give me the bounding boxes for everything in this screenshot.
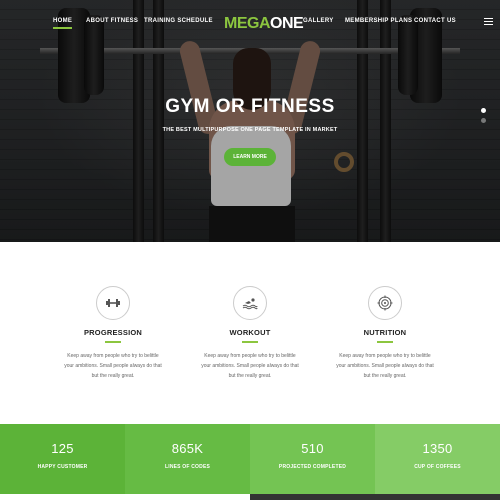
nav-link-training-schedule[interactable]: TRAINING SCHEDULE — [144, 18, 213, 24]
feature-text-line: but the really great. — [228, 373, 272, 379]
feature-icon-circle — [96, 286, 130, 320]
hero-overlay — [0, 0, 500, 242]
swimmer-icon — [242, 298, 258, 310]
feature-description: Keep away from people who try to belittl… — [48, 351, 178, 381]
hero-title: GYM OR FITNESS — [165, 96, 335, 117]
target-icon — [377, 295, 393, 311]
feature-icon-circle — [368, 286, 402, 320]
feature-description: Keep away from people who try to belittl… — [320, 351, 450, 381]
slider-dot[interactable] — [481, 108, 486, 113]
logo-one: ONE — [270, 15, 304, 32]
hamburger-menu-icon[interactable] — [484, 18, 493, 26]
hero-subtitle: THE BEST MULTIPURPOSE ONE PAGE TEMPLATE … — [162, 127, 338, 133]
stat-number: 865K — [171, 441, 204, 456]
feature-text-line: your ambitions. Small people always do t… — [336, 363, 434, 369]
site-logo[interactable]: MEGAONE — [224, 15, 304, 33]
nav-link-about-fitness[interactable]: ABOUT FITNESS — [86, 18, 138, 24]
next-section-image — [250, 494, 500, 500]
stat-number: 1350 — [422, 441, 453, 456]
feature-progression: PROGRESSION Keep away from people who tr… — [48, 286, 178, 381]
next-section-preview — [0, 494, 500, 500]
stat-label: LINES OF CODES — [164, 464, 211, 470]
dumbbell-icon — [106, 299, 120, 307]
stat-number: 125 — [51, 441, 74, 456]
hero-section: HOME ABOUT FITNESS TRAINING SCHEDULE MEG… — [0, 0, 500, 242]
slider-dot[interactable] — [481, 118, 486, 123]
nav-link-home[interactable]: HOME — [53, 18, 73, 29]
stat-label: PROJECTED COMPLETED — [278, 464, 347, 470]
stat-label: HAPPY CUSTOMER — [37, 464, 88, 470]
feature-divider — [105, 341, 121, 343]
feature-divider — [242, 341, 258, 343]
stat-number: 510 — [301, 441, 324, 456]
stat-projected-completed: 510 PROJECTED COMPLETED — [250, 424, 375, 494]
logo-mega: MEGA — [224, 15, 271, 32]
stats-bar: 125 HAPPY CUSTOMER 865K LINES OF CODES 5… — [0, 424, 500, 494]
feature-text-line: but the really great. — [91, 373, 135, 379]
stat-lines-of-codes: 865K LINES OF CODES — [125, 424, 250, 494]
feature-description: Keep away from people who try to belittl… — [185, 351, 315, 381]
feature-divider — [377, 341, 393, 343]
feature-title: NUTRITION — [363, 328, 407, 337]
nav-link-gallery[interactable]: GALLERY — [303, 18, 334, 24]
feature-text-line: Keep away from people who try to belittl… — [67, 353, 159, 359]
feature-text-line: your ambitions. Small people always do t… — [201, 363, 299, 369]
feature-workout: WORKOUT Keep away from people who try to… — [185, 286, 315, 381]
feature-text-line: Keep away from people who try to belittl… — [204, 353, 296, 359]
feature-text-line: Keep away from people who try to belittl… — [339, 353, 431, 359]
feature-text-line: your ambitions. Small people always do t… — [64, 363, 162, 369]
stat-label: CUP OF COFFEES — [414, 464, 461, 470]
stat-cup-of-coffees: 1350 CUP OF COFFEES — [375, 424, 500, 494]
feature-nutrition: NUTRITION Keep away from people who try … — [320, 286, 450, 381]
learn-more-button[interactable]: LEARN MORE — [224, 148, 276, 166]
feature-text-line: but the really great. — [363, 373, 407, 379]
feature-title: WORKOUT — [229, 328, 271, 337]
stat-happy-customer: 125 HAPPY CUSTOMER — [0, 424, 125, 494]
main-nav: HOME ABOUT FITNESS TRAINING SCHEDULE MEG… — [0, 12, 500, 34]
nav-link-contact-us[interactable]: CONTACT US — [414, 18, 456, 24]
feature-title: PROGRESSION — [83, 328, 143, 337]
nav-link-membership-plans[interactable]: MEMBERSHIP PLANS — [345, 18, 412, 24]
feature-icon-circle — [233, 286, 267, 320]
slider-dots — [481, 108, 487, 128]
